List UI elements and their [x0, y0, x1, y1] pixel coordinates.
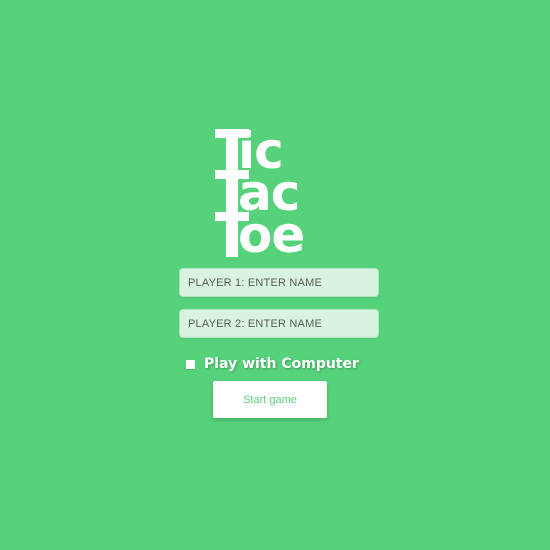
- logo-t-stem: [226, 131, 238, 257]
- play-with-computer-option[interactable]: Play with Computer: [184, 353, 359, 375]
- start-game-button[interactable]: Start game: [213, 381, 327, 418]
- player1-name-input[interactable]: [179, 268, 379, 297]
- game-logo: ic ac oe: [212, 124, 328, 264]
- player2-name-input[interactable]: [179, 309, 379, 338]
- logo-line-toe: oe: [238, 206, 305, 264]
- checkbox-icon[interactable]: [186, 359, 195, 369]
- play-with-computer-label: Play with Computer: [204, 356, 359, 372]
